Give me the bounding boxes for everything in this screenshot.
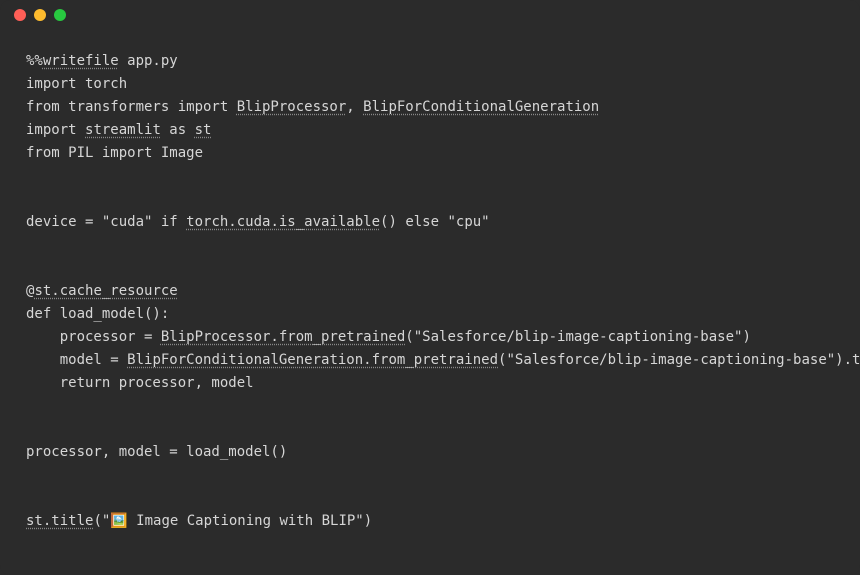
code-token: as (161, 122, 195, 138)
code-token: model = (26, 352, 127, 368)
code-line[interactable]: return processor, model (26, 372, 834, 395)
code-token: from transformers import (26, 99, 237, 115)
code-token: %% (26, 53, 43, 69)
code-token-underlined: writefile (43, 53, 119, 69)
code-token: ("🖼️ Image Captioning with BLIP") (93, 513, 372, 529)
code-line[interactable] (26, 418, 834, 441)
code-token: processor = (26, 329, 161, 345)
minimize-icon[interactable] (34, 9, 46, 21)
code-token-underlined: st.cache_resource (34, 283, 177, 299)
close-icon[interactable] (14, 9, 26, 21)
code-token: import (26, 122, 85, 138)
code-line[interactable]: device = "cuda" if torch.cuda.is_availab… (26, 211, 834, 234)
code-token: () else "cpu" (380, 214, 490, 230)
code-line[interactable] (26, 165, 834, 188)
code-line[interactable]: st.title("🖼️ Image Captioning with BLIP"… (26, 510, 834, 533)
editor-window: %%writefile app.py import torch from trans… (0, 0, 860, 575)
code-line[interactable]: from transformers import BlipProcessor, … (26, 96, 834, 119)
code-line[interactable] (26, 188, 834, 211)
window-titlebar (0, 0, 860, 30)
code-token: ("Salesforce/blip-image-captioning-base"… (498, 352, 860, 368)
code-line[interactable] (26, 234, 834, 257)
code-token: app.py (119, 53, 178, 69)
code-line[interactable]: model = BlipForConditionalGeneration.fro… (26, 349, 834, 372)
code-token: return processor, model (26, 375, 254, 391)
code-line[interactable]: @st.cache_resource (26, 280, 834, 303)
code-token-underlined: torch.cuda.is_available (186, 214, 380, 230)
code-token-underlined: BlipProcessor (237, 99, 347, 115)
code-token-underlined: st (195, 122, 212, 138)
code-token: processor, model = load_model() (26, 444, 287, 460)
code-line[interactable]: %%writefile app.py (26, 50, 834, 73)
code-line[interactable]: processor, model = load_model() (26, 441, 834, 464)
code-line[interactable]: from PIL import Image (26, 142, 834, 165)
code-token-underlined: BlipForConditionalGeneration (363, 99, 599, 115)
code-token-underlined: BlipProcessor.from_pretrained (161, 329, 405, 345)
code-line[interactable] (26, 257, 834, 280)
code-token: def load_model(): (26, 306, 169, 322)
code-token-underlined: streamlit (85, 122, 161, 138)
code-line[interactable]: import streamlit as st (26, 119, 834, 142)
code-line[interactable]: import torch (26, 73, 834, 96)
code-token-underlined: BlipForConditionalGeneration.from_pretra… (127, 352, 498, 368)
code-token-underlined: st.title (26, 513, 93, 529)
code-editor[interactable]: %%writefile app.py import torch from trans… (0, 30, 860, 533)
code-line[interactable]: processor = BlipProcessor.from_pretraine… (26, 326, 834, 349)
code-line[interactable] (26, 464, 834, 487)
code-line[interactable] (26, 487, 834, 510)
code-token: device = "cuda" if (26, 214, 186, 230)
code-line[interactable] (26, 395, 834, 418)
code-token: ("Salesforce/blip-image-captioning-base"… (405, 329, 751, 345)
code-token: , (346, 99, 363, 115)
maximize-icon[interactable] (54, 9, 66, 21)
code-token: from PIL import Image (26, 145, 203, 161)
code-line[interactable]: def load_model(): (26, 303, 834, 326)
code-token: import torch (26, 76, 127, 92)
